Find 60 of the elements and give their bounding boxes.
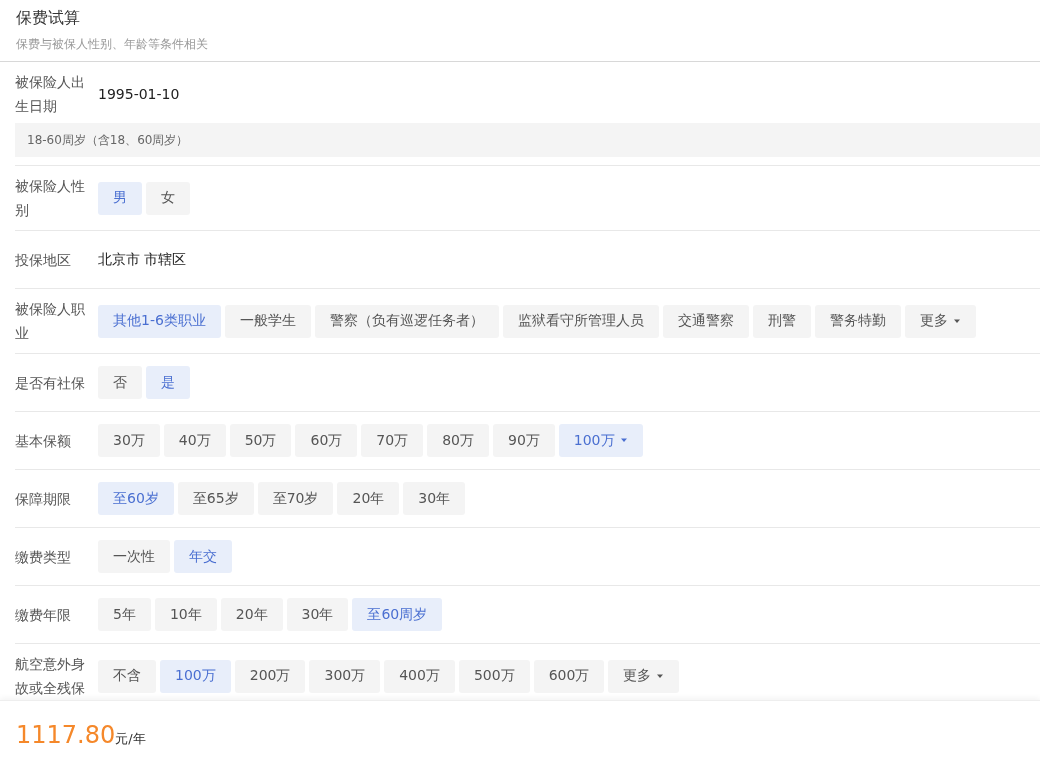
- option-button[interactable]: 更多: [904, 304, 976, 338]
- page-subtitle: 保费与被保人性别、年龄等条件相关: [16, 36, 209, 53]
- option-button[interactable]: 400万: [384, 659, 455, 693]
- option-button[interactable]: 否: [98, 366, 142, 399]
- caret-icon: [952, 318, 961, 324]
- option-button[interactable]: 20年: [220, 598, 283, 631]
- option-button[interactable]: 70万: [361, 424, 424, 457]
- caret-icon: [619, 438, 628, 443]
- option-button[interactable]: 50万: [229, 424, 292, 457]
- option-button[interactable]: 其他1-6类职业: [98, 304, 221, 338]
- option-button[interactable]: 年交: [174, 540, 232, 573]
- option-button[interactable]: 警察（负有巡逻任务者）: [314, 304, 499, 338]
- caret-icon: [656, 673, 665, 679]
- option-button[interactable]: 10年: [154, 598, 217, 631]
- option-button[interactable]: 一次性: [98, 540, 170, 573]
- age-hint: 18-60周岁（含18、60周岁）: [15, 123, 1040, 157]
- option-button[interactable]: 更多: [608, 659, 680, 693]
- field-label: 缴费类型: [15, 547, 72, 567]
- option-button[interactable]: 300万: [309, 659, 381, 693]
- option-button[interactable]: 100万: [160, 659, 231, 693]
- option-button[interactable]: 600万: [533, 659, 605, 693]
- option-button[interactable]: 500万: [458, 659, 530, 693]
- price-unit: 元/年: [115, 731, 146, 748]
- option-button[interactable]: 一般学生: [224, 304, 311, 338]
- field-label: 被保险人职业: [15, 300, 86, 343]
- option-button[interactable]: 交通警察: [662, 304, 749, 338]
- option-button[interactable]: 5年: [98, 598, 151, 631]
- field-label: 缴费年限: [15, 605, 72, 625]
- option-button[interactable]: 30万: [98, 424, 160, 457]
- option-button[interactable]: 至60周岁: [352, 598, 443, 631]
- option-button[interactable]: 30年: [403, 482, 466, 515]
- region-value[interactable]: 北京市 市辖区: [98, 250, 187, 269]
- option-button[interactable]: 男: [98, 181, 142, 215]
- option-button[interactable]: 至70岁: [257, 482, 334, 515]
- field-label: 是否有社保: [15, 373, 86, 393]
- option-button[interactable]: 200万: [234, 659, 306, 693]
- option-button[interactable]: 警务特勤: [814, 304, 901, 338]
- field-label: 保障期限: [15, 489, 72, 509]
- option-button[interactable]: 80万: [427, 424, 489, 457]
- option-button[interactable]: 40万: [163, 424, 226, 457]
- option-button[interactable]: 至65岁: [177, 482, 254, 515]
- field-label: 航空意外身故或全残保: [15, 655, 86, 698]
- option-button[interactable]: 刑警: [752, 304, 811, 338]
- option-button[interactable]: 20年: [337, 482, 400, 515]
- option-button[interactable]: 30年: [286, 598, 349, 631]
- date-value[interactable]: 1995-01-10: [98, 86, 180, 102]
- field-label: 投保地区: [15, 250, 72, 270]
- option-button[interactable]: 不含: [98, 659, 156, 693]
- option-button[interactable]: 60万: [295, 424, 358, 457]
- field-label: 被保险人性别: [15, 177, 86, 220]
- option-button[interactable]: 100万: [558, 424, 643, 457]
- field-label: 被保险人出生日期: [15, 73, 86, 116]
- option-button[interactable]: 女: [146, 181, 190, 215]
- option-button[interactable]: 至60岁: [98, 482, 174, 515]
- option-button[interactable]: 是: [146, 366, 190, 399]
- page-title: 保费试算: [16, 7, 81, 29]
- option-button[interactable]: 监狱看守所管理人员: [502, 304, 659, 338]
- option-button[interactable]: 90万: [492, 424, 555, 457]
- price-value: 1117.80: [16, 721, 116, 749]
- field-label: 基本保额: [15, 431, 72, 451]
